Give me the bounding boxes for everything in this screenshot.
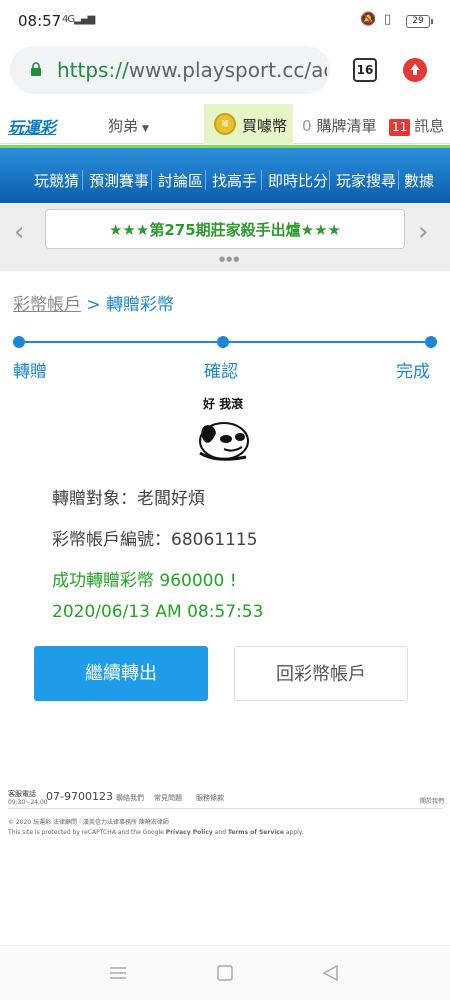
address-bar[interactable]: https://www.playsport.cc/acc	[10, 46, 330, 94]
chevron-left-icon[interactable]: ‹	[14, 217, 24, 247]
nav-divider	[261, 170, 262, 190]
battery-icon: 29	[406, 15, 433, 28]
footer-service: 客服電話 09:30~24:00	[8, 790, 48, 806]
lock-icon	[31, 62, 41, 76]
chevron-right-icon[interactable]: ›	[418, 217, 428, 247]
arrow-up-icon	[410, 64, 420, 75]
status-time: 08:57	[18, 12, 62, 30]
nav-item[interactable]: 討論區	[158, 170, 203, 191]
message-count-badge: 11	[389, 119, 411, 136]
about-link[interactable]: 關於我們	[420, 796, 444, 805]
nav-item[interactable]: 玩家搜尋	[336, 170, 396, 191]
nav-divider	[82, 170, 83, 190]
main-nav: 玩競猜 預測賽事 討論區 找高手 即時比分 玩家搜尋 數據	[0, 145, 450, 203]
menu-icon[interactable]	[109, 965, 127, 981]
coin-icon: 噱	[214, 113, 236, 135]
nav-item[interactable]: 預測賽事	[89, 170, 149, 191]
mute-icon: 🔕	[360, 12, 377, 27]
step-label: 確認	[204, 362, 238, 382]
nav-item[interactable]: 玩競猜	[34, 170, 79, 191]
service-phone: 07-9700123	[46, 790, 113, 803]
privacy-link[interactable]: Privacy Policy	[166, 829, 213, 836]
nav-divider	[398, 170, 399, 190]
nav-item[interactable]: 找高手	[212, 170, 257, 191]
success-message: 成功轉贈彩幣 960000 !	[52, 571, 237, 591]
terms-link[interactable]: Terms of Service	[228, 829, 284, 836]
footer-link[interactable]: 常見問題	[154, 793, 182, 803]
tab-switcher-button[interactable]: 16	[353, 58, 377, 82]
buy-coins-button[interactable]: 噱 買噱幣	[204, 104, 293, 144]
panda-meme-image	[199, 422, 249, 461]
breadcrumb: 彩幣帳戶 > 轉贈彩幣	[13, 295, 175, 315]
transfer-datetime: 2020/06/13 AM 08:57:53	[52, 602, 264, 622]
home-icon[interactable]	[216, 965, 234, 981]
step-dot	[217, 336, 229, 348]
status-bar: 08:57 4G▂▄▆ 🔕 ▯ 29	[0, 0, 450, 40]
footer-divider	[8, 808, 442, 809]
account-row: 彩幣帳戶編號：68061115	[52, 530, 258, 550]
step-dot	[13, 336, 25, 348]
nav-item[interactable]: 數據	[404, 170, 434, 191]
site-logo[interactable]: 玩運彩	[8, 114, 72, 137]
copyright: © 2020 玩運彩 法律顧問｜漢英信力法律事務所 陳曉宏律師	[8, 819, 169, 826]
url-text: https://www.playsport.cc/acc	[57, 58, 327, 82]
system-nav-bar	[0, 945, 450, 1000]
nav-divider	[151, 170, 152, 190]
site-header: 玩運彩 狗弟 ▼ 噱 買噱幣 0 購牌清單 11 訊息	[0, 104, 450, 144]
vibrate-icon: ▯	[384, 12, 392, 27]
step-dot	[425, 336, 437, 348]
buy-coins-label: 買噱幣	[242, 117, 288, 135]
continue-transfer-button[interactable]: 繼續轉出	[34, 646, 208, 701]
breadcrumb-parent-link[interactable]: 彩幣帳戶	[13, 295, 81, 315]
breadcrumb-current: 轉贈彩幣	[106, 295, 175, 315]
recipient-value: 老闆好煩	[137, 489, 205, 509]
recaptcha-notice: This site is protected by reCAPTCHA and …	[8, 829, 304, 836]
carousel-indicator: ●●●	[219, 255, 241, 263]
account-value: 68061115	[171, 530, 258, 550]
back-icon[interactable]	[322, 965, 340, 981]
step-label: 完成	[396, 362, 430, 382]
cart-count: 0	[302, 117, 312, 135]
nav-item[interactable]: 即時比分	[268, 170, 328, 191]
announcement-text[interactable]: ★★★第275期莊家殺手出爐★★★	[45, 209, 405, 249]
update-icon[interactable]	[403, 58, 427, 82]
footer-link[interactable]: 服務條款	[196, 793, 224, 803]
nav-divider	[205, 170, 206, 190]
signal-icon: 4G▂▄▆	[62, 14, 95, 25]
announcement-carousel: ‹ ★★★第275期莊家殺手出爐★★★ › ●●●	[0, 203, 450, 271]
cart-link[interactable]: 0 購牌清單	[302, 115, 377, 136]
browser-toolbar: https://www.playsport.cc/acc 16	[0, 40, 450, 100]
user-menu[interactable]: 狗弟 ▼	[108, 115, 149, 136]
recipient-row: 轉贈對象：老闆好煩	[52, 489, 205, 509]
nav-divider	[329, 170, 330, 190]
back-to-account-button[interactable]: 回彩幣帳戶	[234, 646, 408, 701]
footer-link[interactable]: 聯絡我們	[116, 793, 144, 803]
caret-down-icon: ▼	[142, 124, 149, 134]
meme-caption: 好 我滾	[203, 397, 244, 411]
step-label: 轉贈	[13, 362, 47, 382]
messages-link[interactable]: 11 訊息	[389, 115, 444, 136]
